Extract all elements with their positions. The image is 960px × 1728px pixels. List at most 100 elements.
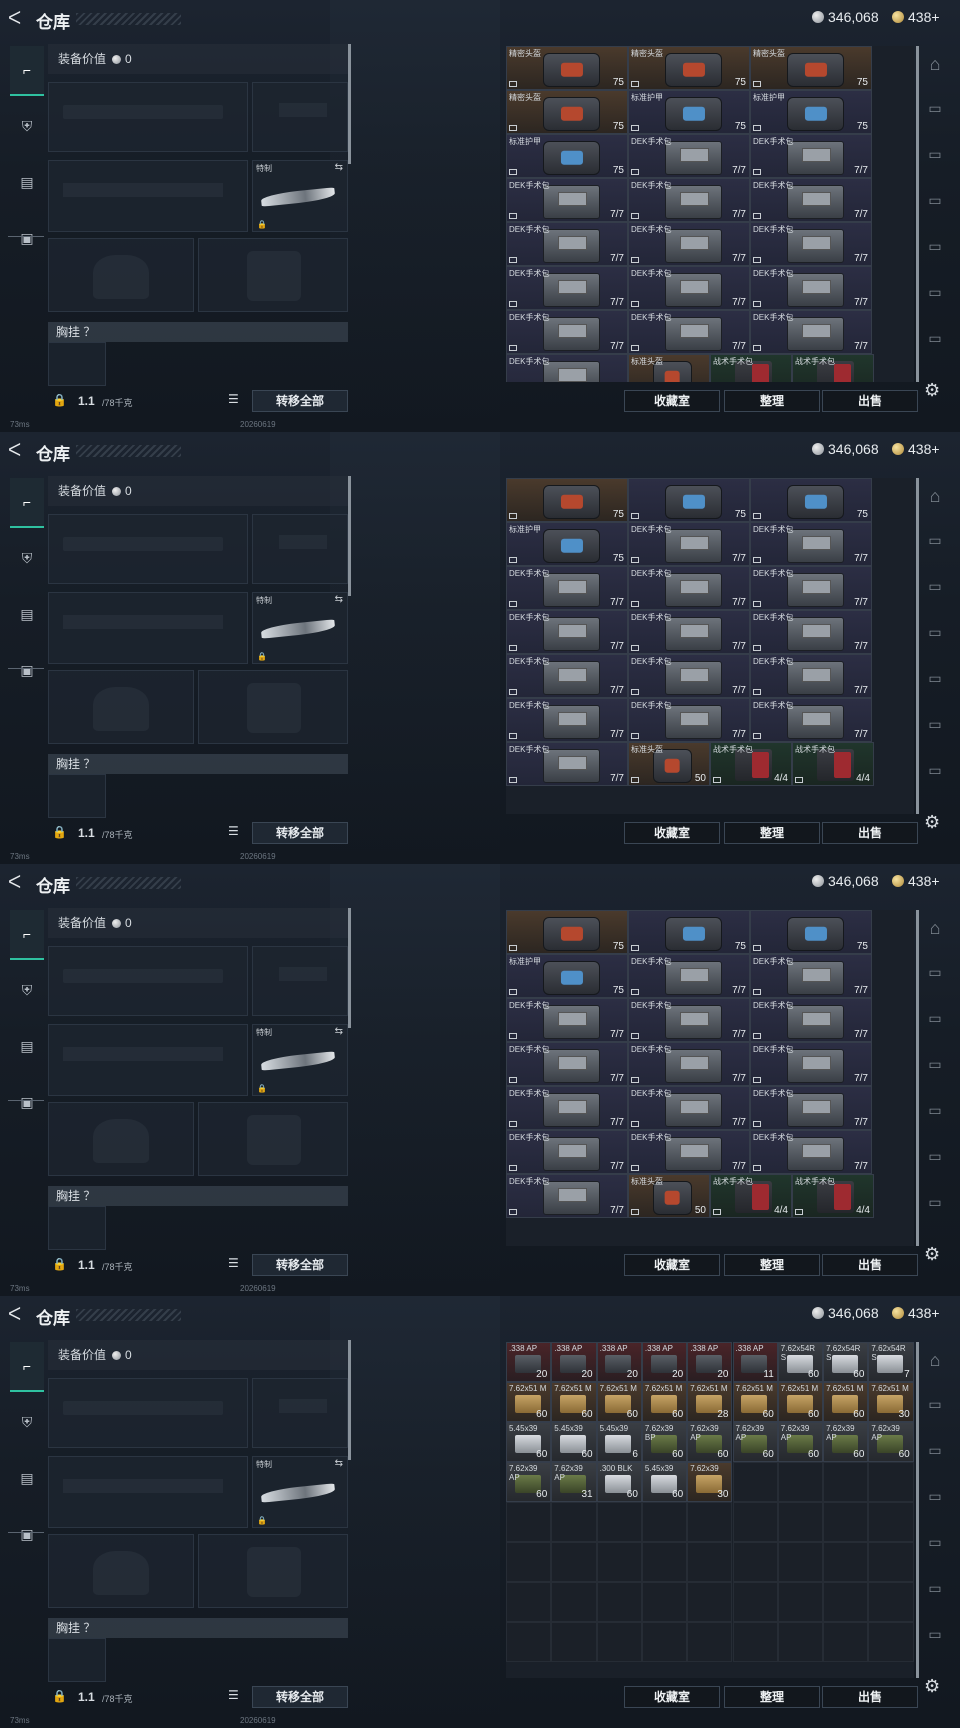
melee-slot[interactable]: 特制 ⇆ 🔒 bbox=[252, 1456, 348, 1528]
pistol-slot[interactable] bbox=[252, 514, 348, 584]
item-cell[interactable]: DEK手术包 7/7 bbox=[750, 954, 872, 998]
secondary-weapon-slot[interactable] bbox=[48, 1456, 248, 1528]
ammo-cell[interactable]: 7.62x51 M 60 bbox=[823, 1382, 869, 1422]
sell-button[interactable]: 出售 bbox=[822, 1254, 918, 1276]
ammo-cell[interactable]: 5.45x39 6 bbox=[596, 1422, 642, 1462]
shield-icon[interactable]: ⌂ bbox=[924, 486, 946, 507]
item-cell[interactable]: DEK手术包 7/7 bbox=[628, 998, 750, 1042]
ammo-cell[interactable]: 7.62x39 AP 60 bbox=[506, 1462, 552, 1502]
ammo-cell[interactable]: 7.62x39 AP 60 bbox=[687, 1422, 733, 1462]
helmet-slot[interactable] bbox=[48, 670, 194, 744]
tab-clipboard[interactable]: ▤ bbox=[10, 1022, 44, 1070]
item-cell[interactable]: 标准头盔 50 bbox=[628, 742, 710, 786]
melee-slot[interactable]: 特制 ⇆ 🔒 bbox=[252, 592, 348, 664]
case-icon[interactable]: ▭ bbox=[924, 1626, 946, 1643]
ammo-cell[interactable]: 7.62x51 M 30 bbox=[868, 1382, 914, 1422]
ammo-cell[interactable]: 7.62x39 AP 31 bbox=[551, 1462, 597, 1502]
swap-icon[interactable]: ⇆ bbox=[335, 594, 343, 605]
case-icon[interactable]: ▭ bbox=[924, 1148, 946, 1165]
pistol-slot[interactable] bbox=[252, 82, 348, 152]
case-icon[interactable]: ▭ bbox=[924, 1488, 946, 1505]
item-cell[interactable]: 战术手术包 4/4 bbox=[792, 742, 874, 786]
shield-icon[interactable]: ⌂ bbox=[924, 1350, 946, 1371]
list-icon[interactable]: ☰ bbox=[228, 1256, 239, 1270]
ammo-cell[interactable]: .300 BLK 60 bbox=[596, 1462, 642, 1502]
case-icon[interactable]: ▭ bbox=[924, 100, 946, 117]
tab-helmet[interactable]: ⛨ bbox=[10, 966, 44, 1014]
item-cell[interactable]: 75 bbox=[628, 910, 750, 954]
secondary-weapon-slot[interactable] bbox=[48, 1024, 248, 1096]
item-cell[interactable]: 精密头盔 75 bbox=[628, 46, 750, 90]
ammo-cell[interactable]: 7.62x54R S 60 bbox=[777, 1342, 824, 1382]
item-cell[interactable]: 标准护甲 75 bbox=[750, 90, 872, 134]
item-cell[interactable]: DEK手术包 7/7 bbox=[750, 654, 872, 698]
ammo-cell[interactable]: .338 AP 20 bbox=[596, 1342, 642, 1382]
sell-button[interactable]: 出售 bbox=[822, 822, 918, 844]
ammo-cell[interactable]: 5.45x39 60 bbox=[641, 1462, 688, 1502]
ammo-cell[interactable]: .338 AP 20 bbox=[551, 1342, 597, 1382]
item-cell[interactable]: DEK手术包 7/7 bbox=[628, 1130, 750, 1174]
item-cell[interactable]: DEK手术包 7/7 bbox=[506, 178, 628, 222]
ammo-cell[interactable]: .338 AP 20 bbox=[687, 1342, 733, 1382]
tab-clipboard[interactable]: ▤ bbox=[10, 590, 44, 638]
case-icon[interactable]: ▭ bbox=[924, 1396, 946, 1413]
item-cell[interactable]: DEK手术包 7/7 bbox=[750, 610, 872, 654]
item-cell[interactable]: DEK手术包 7/7 bbox=[750, 698, 872, 742]
equipment-scrollbar[interactable] bbox=[348, 1340, 351, 1460]
sell-button[interactable]: 出售 bbox=[822, 1686, 918, 1708]
case-icon[interactable]: ▭ bbox=[924, 192, 946, 209]
item-cell[interactable]: DEK手术包 7/7 bbox=[506, 1042, 628, 1086]
settings-gear-icon[interactable]: ⚙ bbox=[924, 812, 940, 833]
settings-gear-icon[interactable]: ⚙ bbox=[924, 1244, 940, 1265]
ammo-cell[interactable]: 7.62x51 M 60 bbox=[777, 1382, 824, 1422]
item-cell[interactable]: DEK手术包 7/7 bbox=[750, 522, 872, 566]
item-cell[interactable]: 精密头盔 75 bbox=[506, 46, 628, 90]
ammo-cell[interactable]: 7.62x51 M 60 bbox=[596, 1382, 642, 1422]
silver-currency[interactable]: 346,068 bbox=[812, 1305, 879, 1321]
item-cell[interactable]: DEK手术包 7/7 bbox=[750, 1086, 872, 1130]
ammo-cell[interactable]: 7.62x39 AP 60 bbox=[868, 1422, 914, 1462]
tab-weapon[interactable]: ⌐ bbox=[10, 478, 44, 528]
back-arrow-icon[interactable]: ᐸ bbox=[8, 9, 26, 27]
case-icon[interactable]: ▭ bbox=[924, 1056, 946, 1073]
item-cell[interactable]: 精密头盔 75 bbox=[750, 46, 872, 90]
ammo-cell[interactable]: 7.62x51 M 28 bbox=[687, 1382, 733, 1422]
item-cell[interactable]: DEK手术包 7/7 bbox=[506, 310, 628, 354]
case-icon[interactable]: ▭ bbox=[924, 1194, 946, 1211]
case-icon[interactable]: ▭ bbox=[924, 1580, 946, 1597]
helmet-slot[interactable] bbox=[48, 238, 194, 312]
item-cell[interactable]: 战术手术包 bbox=[710, 354, 792, 382]
sort-button[interactable]: 整理 bbox=[724, 822, 820, 844]
swap-icon[interactable]: ⇆ bbox=[335, 1458, 343, 1469]
primary-weapon-slot[interactable] bbox=[48, 514, 248, 584]
tab-weapon[interactable]: ⌐ bbox=[10, 910, 44, 960]
ammo-cell[interactable]: .338 AP 11 bbox=[732, 1342, 778, 1382]
ammo-cell[interactable]: 7.62x51 M 60 bbox=[732, 1382, 778, 1422]
silver-currency[interactable]: 346,068 bbox=[812, 441, 879, 457]
back-arrow-icon[interactable]: ᐸ bbox=[8, 873, 26, 891]
item-cell[interactable]: DEK手术包 7/7 bbox=[628, 134, 750, 178]
primary-weapon-slot[interactable] bbox=[48, 946, 248, 1016]
transfer-all-button[interactable]: 转移全部 bbox=[252, 390, 348, 412]
ammo-cell[interactable]: 7.62x39 BP 60 bbox=[641, 1422, 688, 1462]
item-cell[interactable]: DEK手术包 7/7 bbox=[506, 610, 628, 654]
settings-gear-icon[interactable]: ⚙ bbox=[924, 380, 940, 401]
ammo-cell[interactable]: 7.62x39 AP 60 bbox=[777, 1422, 824, 1462]
item-cell[interactable]: 75 bbox=[506, 910, 628, 954]
sort-button[interactable]: 整理 bbox=[724, 1686, 820, 1708]
secondary-weapon-slot[interactable] bbox=[48, 592, 248, 664]
item-cell[interactable]: DEK手术包 7/7 bbox=[750, 178, 872, 222]
item-cell[interactable]: DEK手术包 7/7 bbox=[750, 566, 872, 610]
chest-rig-slot[interactable] bbox=[48, 1638, 106, 1682]
ammo-cell[interactable]: 7.62x39 30 bbox=[687, 1462, 733, 1502]
collection-button[interactable]: 收藏室 bbox=[624, 390, 720, 412]
item-cell[interactable]: DEK手术包 7/7 bbox=[750, 266, 872, 310]
ammo-cell[interactable]: 7.62x39 AP 60 bbox=[823, 1422, 869, 1462]
tab-clipboard[interactable]: ▤ bbox=[10, 1454, 44, 1502]
shield-icon[interactable]: ⌂ bbox=[924, 918, 946, 939]
item-cell[interactable]: 75 bbox=[506, 478, 628, 522]
case-icon[interactable]: ▭ bbox=[924, 624, 946, 641]
ammo-cell[interactable]: 7.62x51 M 60 bbox=[506, 1382, 552, 1422]
item-cell[interactable]: DEK手术包 7/7 bbox=[628, 566, 750, 610]
inventory-scrollbar[interactable] bbox=[916, 910, 919, 1246]
